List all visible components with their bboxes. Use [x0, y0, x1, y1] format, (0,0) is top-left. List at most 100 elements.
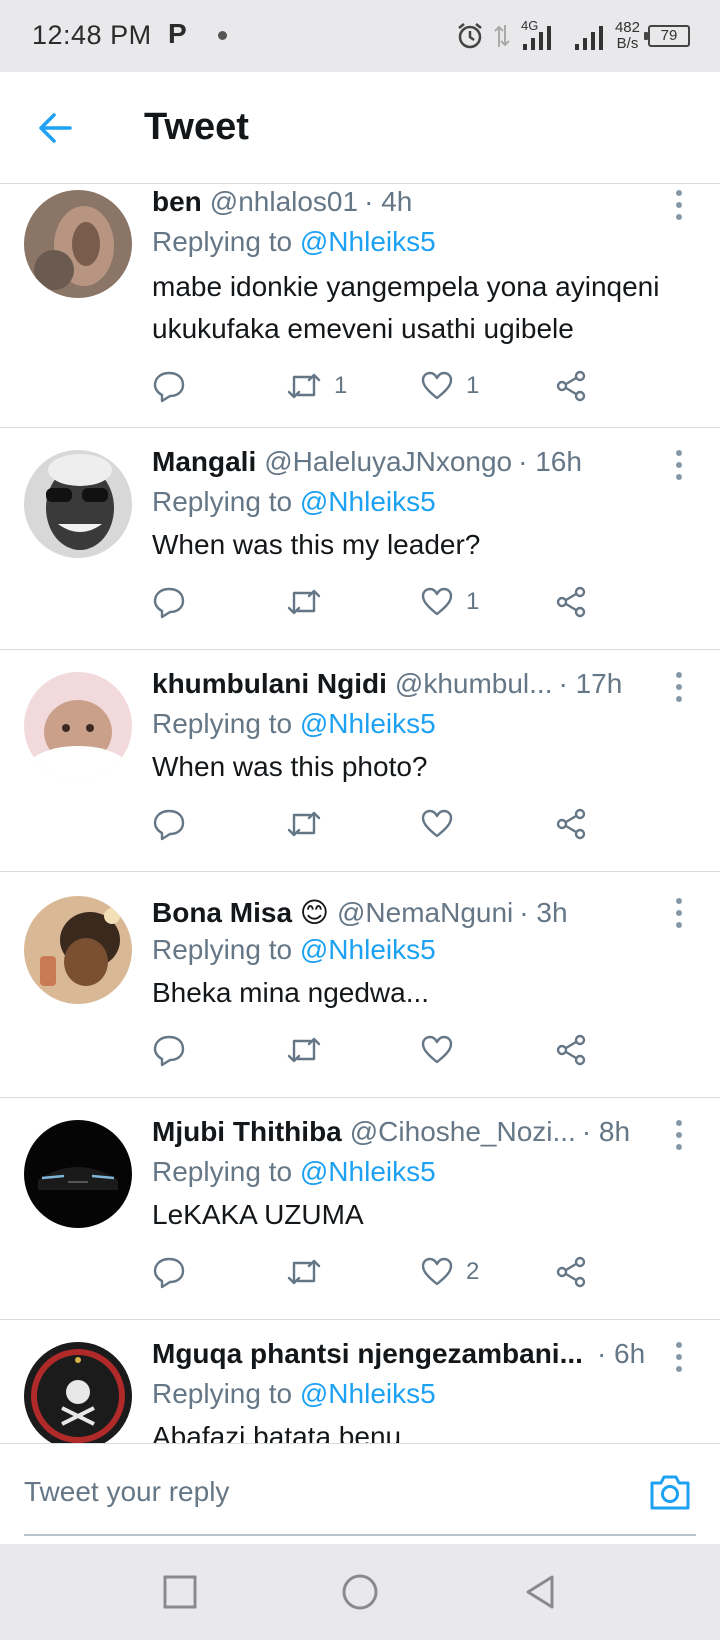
author-handle[interactable]: @HaleluyaJNxongo [264, 446, 512, 478]
share-button[interactable] [554, 364, 588, 408]
avatar[interactable] [24, 896, 132, 1004]
replies-feed[interactable]: ben @nhlalos01 · 4h Replying to @Nhleiks… [0, 184, 720, 1444]
back-button[interactable] [34, 106, 78, 150]
retweet-button[interactable] [286, 802, 334, 846]
author-name[interactable]: ben [152, 186, 202, 218]
reply-input[interactable] [24, 1464, 614, 1520]
share-button[interactable] [554, 580, 588, 624]
tweet-text: When was this my leader? [152, 529, 481, 560]
reply-button[interactable] [152, 1250, 186, 1294]
like-button[interactable]: 1 [420, 580, 479, 624]
mention-link[interactable]: @Nhleiks5 [300, 1156, 436, 1187]
replying-to: Replying to @Nhleiks5 [152, 1156, 436, 1188]
like-count: 1 [466, 588, 480, 615]
author-handle[interactable]: @Cihoshe_Nozi... [350, 1116, 576, 1148]
reply-icon [153, 1257, 185, 1289]
author-name[interactable]: Mangali [152, 446, 256, 478]
like-button[interactable] [420, 1028, 466, 1072]
tweet-header: Mjubi Thithiba @Cihoshe_Nozi... · 8h [152, 1116, 650, 1148]
tweet-time: · 6h [596, 1338, 646, 1369]
share-button[interactable] [554, 1028, 588, 1072]
tweet-item[interactable]: Mguqa phantsi njengezambani... · 6h Repl… [0, 1320, 720, 1444]
tweet-time: · 3h [519, 897, 568, 928]
avatar[interactable] [24, 1120, 132, 1228]
status-time: 12:48 PM [32, 20, 152, 50]
more-options-icon[interactable] [664, 1116, 694, 1156]
avatar[interactable] [24, 672, 132, 780]
reply-icon [153, 587, 185, 619]
reply-button[interactable] [152, 802, 186, 846]
retweet-button[interactable] [286, 580, 334, 624]
replying-to-label: Replying to [152, 708, 293, 739]
network-speed-value: 482 [614, 19, 640, 36]
heart-icon [421, 587, 453, 616]
avatar[interactable] [24, 450, 132, 558]
retweet-button[interactable] [286, 1250, 334, 1294]
like-button[interactable] [420, 802, 466, 846]
share-button[interactable] [554, 802, 588, 846]
replying-to-label: Replying to [152, 1156, 293, 1187]
share-button[interactable] [554, 1250, 588, 1294]
more-options-icon[interactable] [664, 894, 694, 934]
author-name[interactable]: Mguqa phantsi njengezambani... [152, 1338, 583, 1370]
tweet-time: · 16h [518, 446, 582, 477]
author-handle[interactable]: @NemaNguni [337, 897, 513, 929]
tweet-item[interactable]: Mangali @HaleluyaJNxongo · 16h Replying … [0, 428, 720, 650]
avatar[interactable] [24, 190, 132, 298]
tweet-item[interactable]: ben @nhlalos01 · 4h Replying to @Nhleiks… [0, 184, 720, 428]
mention-link[interactable]: @Nhleiks5 [300, 934, 436, 965]
like-button[interactable]: 2 [420, 1250, 479, 1294]
reply-button[interactable] [152, 1028, 186, 1072]
retweet-icon [287, 1037, 321, 1063]
tweet-time: · 8h [581, 1116, 631, 1147]
status-bar: 12:48 PM P 4G 482 B/s 79 [0, 0, 720, 72]
author-name[interactable]: khumbulani Ngidi [152, 668, 387, 700]
camera-button[interactable] [648, 1472, 692, 1512]
signal-4g-icon: 4G [519, 18, 565, 54]
data-transfer-icon [494, 25, 510, 47]
back-nav-button[interactable] [520, 1572, 560, 1612]
mention-link[interactable]: @Nhleiks5 [300, 486, 436, 517]
more-options-icon[interactable] [664, 668, 694, 708]
retweet-button[interactable]: 1 [286, 364, 347, 408]
recent-apps-button[interactable] [160, 1572, 200, 1612]
network-speed-unit: B/s [616, 35, 639, 52]
author-handle[interactable]: @khumbul... [395, 668, 553, 700]
top-app-bar: Tweet [0, 72, 720, 184]
author-handle[interactable]: @nhlalos01 [210, 186, 358, 218]
more-options-icon[interactable] [664, 186, 694, 226]
tweet-item[interactable]: khumbulani Ngidi @khumbul... · 17h Reply… [0, 650, 720, 872]
tweet-header: Mguqa phantsi njengezambani... · 6h [152, 1338, 650, 1370]
tweet-item[interactable]: Mjubi Thithiba @Cihoshe_Nozi... · 8h Rep… [0, 1098, 720, 1320]
home-button[interactable] [340, 1572, 380, 1612]
tweet-actions [152, 802, 632, 846]
share-icon [556, 1034, 586, 1066]
tweet-actions: 1 [152, 580, 632, 624]
mention-link[interactable]: @Nhleiks5 [300, 1378, 436, 1409]
like-button[interactable]: 1 [420, 364, 479, 408]
share-icon [556, 586, 586, 618]
replying-to: Replying to @Nhleiks5 [152, 226, 436, 258]
replying-to: Replying to @Nhleiks5 [152, 708, 436, 740]
reply-button[interactable] [152, 580, 186, 624]
battery-icon: 79 [644, 25, 690, 47]
author-name[interactable]: Bona Misa 😊 [152, 896, 329, 929]
tweet-text: Bheka mina ngedwa... [152, 977, 430, 1008]
share-icon [556, 370, 586, 402]
author-name[interactable]: Mjubi Thithiba [152, 1116, 342, 1148]
replying-to-label: Replying to [152, 1378, 293, 1409]
retweet-button[interactable] [286, 1028, 334, 1072]
tweet-item[interactable]: Bona Misa 😊 @NemaNguni · 3h Replying to … [0, 872, 720, 1098]
retweet-icon [287, 373, 321, 399]
mention-link[interactable]: @Nhleiks5 [300, 226, 436, 257]
more-options-icon[interactable] [664, 1338, 694, 1378]
page-title: Tweet [144, 106, 249, 148]
triangle-back-icon [526, 1575, 554, 1609]
heart-icon [421, 371, 453, 400]
tweet-actions: 2 [152, 1250, 632, 1294]
more-options-icon[interactable] [664, 446, 694, 486]
avatar[interactable] [24, 1342, 132, 1444]
tweet-header: Bona Misa 😊 @NemaNguni · 3h [152, 896, 650, 929]
mention-link[interactable]: @Nhleiks5 [300, 708, 436, 739]
reply-button[interactable] [152, 364, 186, 408]
